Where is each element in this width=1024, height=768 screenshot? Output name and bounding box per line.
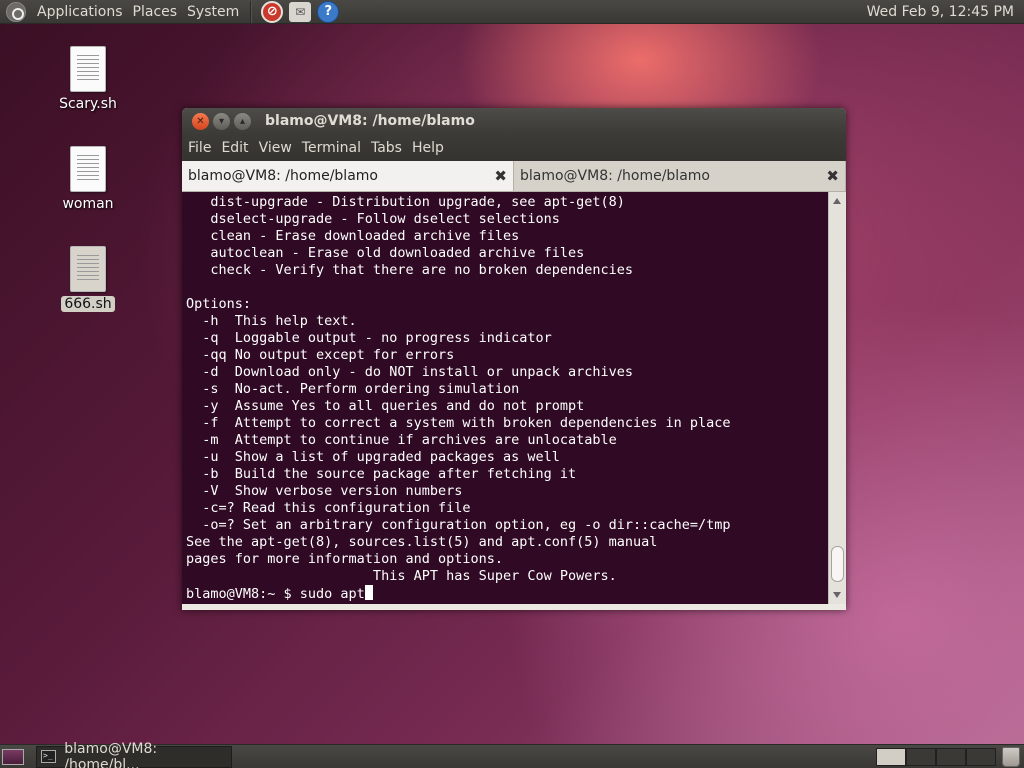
- tab-label: blamo@VM8: /home/blamo: [520, 168, 710, 184]
- workspace-4[interactable]: [966, 747, 996, 766]
- script-file-icon: [70, 246, 106, 292]
- menu-view[interactable]: View: [255, 140, 296, 156]
- minimize-icon[interactable]: ▾: [213, 112, 230, 130]
- workspace-1[interactable]: [876, 747, 906, 766]
- terminal-scrollbar[interactable]: [828, 192, 846, 604]
- workspace-3[interactable]: [936, 747, 966, 766]
- workspace-switcher: [876, 747, 996, 766]
- menu-edit[interactable]: Edit: [217, 140, 252, 156]
- menu-tabs[interactable]: Tabs: [367, 140, 406, 156]
- terminal-line: -c=? Read this configuration file: [186, 500, 471, 516]
- menu-places[interactable]: Places: [128, 4, 183, 20]
- terminal-line: autoclean - Erase old downloaded archive…: [186, 245, 585, 261]
- terminal-line: dselect-upgrade - Follow dselect selecti…: [186, 211, 560, 227]
- terminal-line: -qq No output except for errors: [186, 347, 455, 363]
- window-title: blamo@VM8: /home/blamo: [265, 113, 475, 129]
- desktop-icon-666-sh[interactable]: 666.sh: [53, 246, 123, 312]
- menu-system[interactable]: System: [182, 4, 244, 20]
- scroll-thumb[interactable]: [831, 546, 844, 582]
- terminal-line: -s No-act. Perform ordering simulation: [186, 381, 520, 397]
- clock[interactable]: Wed Feb 9, 12:45 PM: [867, 4, 1024, 20]
- script-file-icon: [70, 46, 106, 92]
- desktop-icon-label: Scary.sh: [59, 96, 117, 112]
- taskbar-label: blamo@VM8: /home/bl...: [64, 740, 158, 768]
- terminal-prompt: blamo@VM8:~ $ sudo apt: [186, 586, 365, 602]
- menu-applications[interactable]: Applications: [32, 4, 128, 20]
- ubuntu-logo-icon[interactable]: [6, 1, 26, 22]
- terminal-line: -h This help text.: [186, 313, 357, 329]
- no-entry-icon[interactable]: ⊘: [261, 0, 284, 23]
- terminal-line: check - Verify that there are no broken …: [186, 262, 634, 278]
- desktop-icon-label: woman: [62, 196, 114, 212]
- menu-file[interactable]: File: [184, 140, 215, 156]
- trash-icon[interactable]: [1002, 746, 1020, 767]
- window-titlebar[interactable]: ✕ ▾ ▴ blamo@VM8: /home/blamo: [182, 108, 846, 134]
- terminal-line: -V Show verbose version numbers: [186, 483, 463, 499]
- tab-1[interactable]: blamo@VM8: /home/blamo ✖: [182, 161, 514, 191]
- desktop-icon-scary-sh[interactable]: Scary.sh: [53, 46, 123, 112]
- help-icon[interactable]: ?: [317, 0, 340, 23]
- text-cursor: [364, 585, 373, 600]
- maximize-icon[interactable]: ▴: [234, 112, 251, 130]
- terminal-line: clean - Erase downloaded archive files: [186, 228, 520, 244]
- bottom-panel: >_ blamo@VM8: /home/bl...: [0, 741, 1024, 768]
- desktop-icon-woman[interactable]: woman: [53, 146, 123, 212]
- terminal-prompt-line[interactable]: blamo@VM8:~ $ sudo apt: [186, 585, 828, 603]
- terminal-line: This APT has Super Cow Powers.: [186, 568, 617, 584]
- menu-terminal[interactable]: Terminal: [298, 140, 365, 156]
- terminal-line: See the apt-get(8), sources.list(5) and …: [186, 534, 658, 550]
- terminal-line: -u Show a list of upgraded packages as w…: [186, 449, 560, 465]
- terminal-line: -y Assume Yes to all queries and do not …: [186, 398, 585, 414]
- terminal-output[interactable]: dist-upgrade - Distribution upgrade, see…: [182, 192, 828, 604]
- panel-separator: [250, 0, 253, 23]
- mail-icon[interactable]: ✉: [289, 1, 312, 22]
- close-icon[interactable]: ✕: [192, 112, 209, 130]
- terminal-line: dist-upgrade - Distribution upgrade, see…: [186, 194, 625, 210]
- terminal-line: -q Loggable output - no progress indicat…: [186, 330, 552, 346]
- tab-close-icon[interactable]: ✖: [494, 167, 507, 185]
- terminal-window: ✕ ▾ ▴ blamo@VM8: /home/blamo File Edit V…: [182, 108, 846, 610]
- window-menubar: File Edit View Terminal Tabs Help: [182, 134, 846, 161]
- terminal-line: -o=? Set an arbitrary configuration opti…: [186, 517, 731, 533]
- tab-label: blamo@VM8: /home/blamo: [188, 168, 378, 184]
- window-bottom-border: [182, 604, 846, 610]
- scroll-up-arrow-icon[interactable]: [833, 198, 841, 204]
- terminal-line: -m Attempt to continue if archives are u…: [186, 432, 617, 448]
- terminal-line: pages for more information and options.: [186, 551, 503, 567]
- tab-close-icon[interactable]: ✖: [826, 167, 839, 185]
- desktop-icon-label: 666.sh: [61, 296, 115, 312]
- top-panel: Applications Places System ⊘ ✉ ? Wed Feb…: [0, 0, 1024, 24]
- terminal-line: -d Download only - do NOT install or unp…: [186, 364, 634, 380]
- taskbar-terminal-button[interactable]: >_ blamo@VM8: /home/bl...: [36, 741, 232, 768]
- terminal-line: -f Attempt to correct a system with brok…: [186, 415, 731, 431]
- scroll-down-arrow-icon[interactable]: [833, 592, 841, 598]
- terminal-line: -b Build the source package after fetchi…: [186, 466, 577, 482]
- text-file-icon: [70, 146, 106, 192]
- tab-2[interactable]: blamo@VM8: /home/blamo ✖: [514, 161, 846, 191]
- show-desktop-icon[interactable]: [2, 748, 24, 765]
- menu-help[interactable]: Help: [408, 140, 448, 156]
- terminal-line: Options:: [186, 296, 252, 312]
- workspace-2[interactable]: [906, 747, 936, 766]
- tab-bar: blamo@VM8: /home/blamo ✖ blamo@VM8: /hom…: [182, 161, 846, 192]
- terminal-icon: >_: [41, 750, 57, 763]
